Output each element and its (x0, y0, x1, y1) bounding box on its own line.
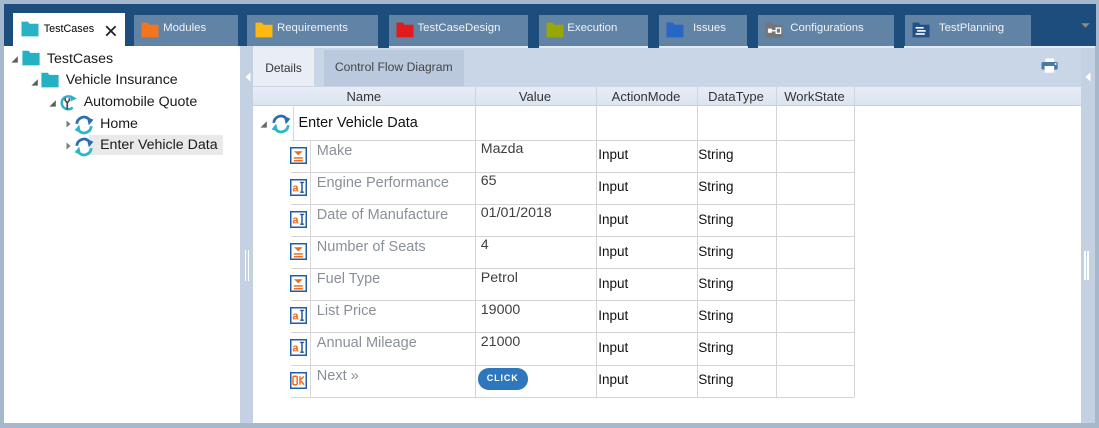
svg-text:a: a (292, 182, 299, 194)
svg-text:a: a (292, 311, 299, 323)
svg-text:a: a (292, 215, 299, 227)
svg-text:a: a (292, 343, 299, 355)
